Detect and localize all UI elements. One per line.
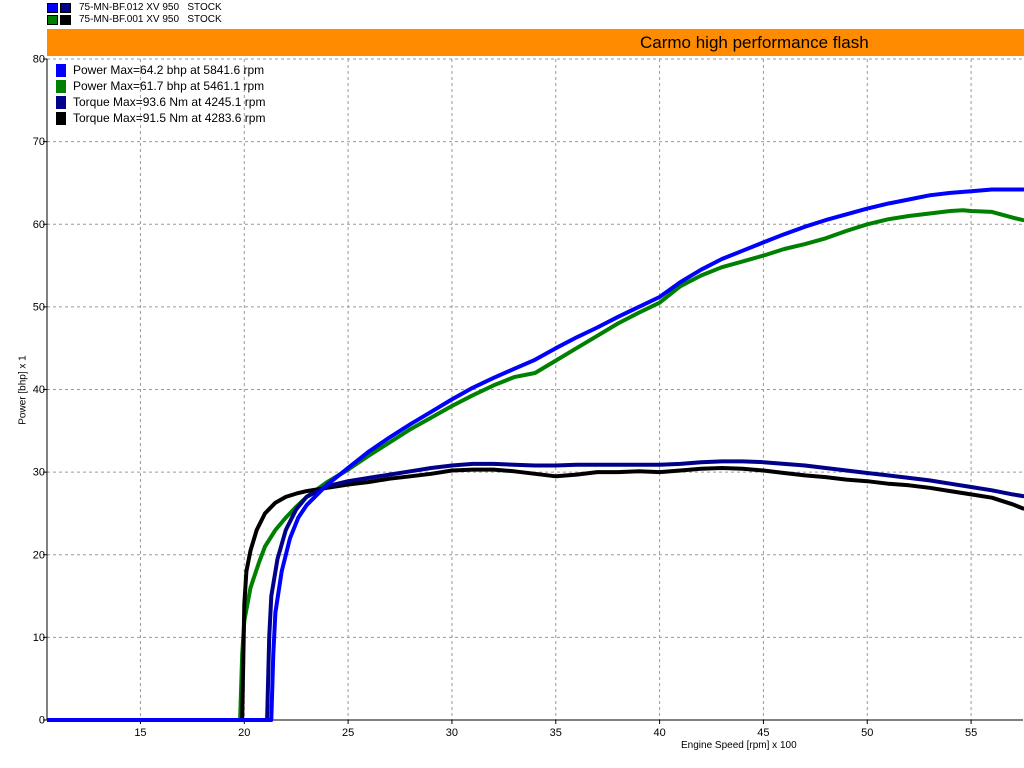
x-tick-label-25: 25 <box>342 727 354 739</box>
x-tick-label-45: 45 <box>757 727 769 739</box>
x-tick-label-20: 20 <box>238 727 250 739</box>
legend-label-torque-1: Torque Max=93.6 Nm at 4245.1 rpm <box>73 95 266 109</box>
x-axis-label: Engine Speed [rpm] x 100 <box>681 740 797 751</box>
x-tick-label-35: 35 <box>550 727 562 739</box>
y-tick-label-50: 50 <box>33 301 45 313</box>
y-tick-label-0: 0 <box>39 715 45 727</box>
legend-swatch-power-1 <box>56 63 66 77</box>
y-tick-label-20: 20 <box>33 549 45 561</box>
y-tick-label-80: 80 <box>33 54 45 66</box>
legend-label-power-2: Power Max=61.7 bhp at 5461.1 rpm <box>73 79 265 93</box>
legend-label-torque-2: Torque Max=91.5 Nm at 4283.6 rpm <box>73 111 266 125</box>
legend-item-power-2[interactable]: Power Max=61.7 bhp at 5461.1 rpm <box>56 78 265 94</box>
legend-label-power-1: Power Max=64.2 bhp at 5841.6 rpm <box>73 63 265 77</box>
legend-item-torque-1[interactable]: Torque Max=93.6 Nm at 4245.1 rpm <box>56 94 265 110</box>
series-line-4[interactable] <box>47 466 1024 722</box>
legend-swatch-torque-2 <box>56 111 66 125</box>
x-tick-label-30: 30 <box>446 727 458 739</box>
y-tick-label-60: 60 <box>33 219 45 231</box>
legend-swatch-torque-1 <box>56 95 66 109</box>
legend-item-torque-2[interactable]: Torque Max=91.5 Nm at 4283.6 rpm <box>56 110 265 126</box>
legend-item-power-1[interactable]: Power Max=64.2 bhp at 5841.6 rpm <box>56 62 265 78</box>
x-tick-label-50: 50 <box>861 727 873 739</box>
legend-swatch-power-2 <box>56 79 66 93</box>
y-tick-label-40: 40 <box>33 384 45 396</box>
y-tick-label-10: 10 <box>33 632 45 644</box>
series-line-1[interactable] <box>47 187 1024 722</box>
x-tick-label-15: 15 <box>134 727 146 739</box>
x-tick-label-55: 55 <box>965 727 977 739</box>
y-tick-label-70: 70 <box>33 136 45 148</box>
y-axis-label: Power [bhp] x 1 <box>17 355 29 425</box>
legend: Power Max=64.2 bhp at 5841.6 rpm Power M… <box>56 62 265 126</box>
x-tick-label-40: 40 <box>653 727 665 739</box>
series-line-3[interactable] <box>47 459 1024 722</box>
y-tick-label-30: 30 <box>33 467 45 479</box>
